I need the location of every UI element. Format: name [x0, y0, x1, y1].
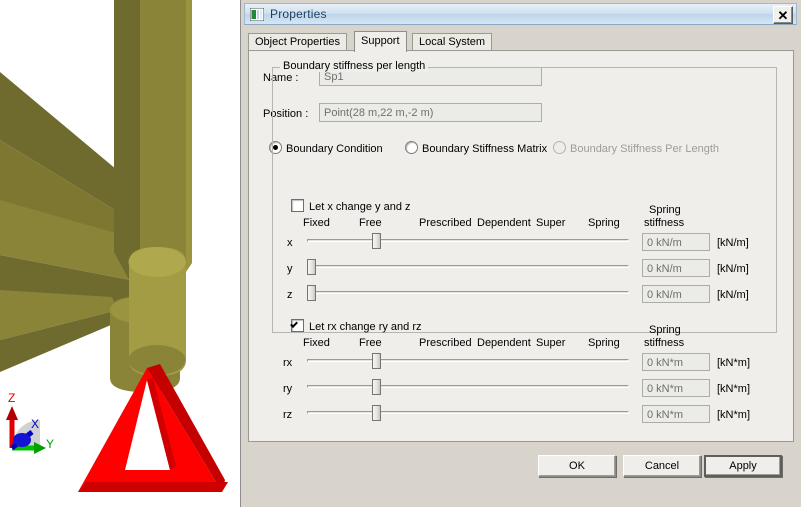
unit-label-y: [kN/m] — [717, 263, 749, 275]
slider-thumb-y[interactable] — [307, 259, 316, 275]
support-pyramid-base — [78, 482, 228, 492]
slider-x[interactable] — [307, 233, 629, 249]
cancel-button[interactable]: Cancel — [623, 455, 701, 477]
slider-thumb-z[interactable] — [307, 285, 316, 301]
slider-track-x — [307, 239, 629, 242]
tab-strip: Object Properties Support Local System — [248, 31, 794, 52]
spring-stiffness-input-y[interactable]: 0 kN/m — [642, 259, 710, 277]
axis-z-label: Z — [8, 391, 15, 405]
slider-track-rx — [307, 359, 629, 362]
spring-stiffness-header-line1-rotation: Spring — [649, 324, 681, 336]
axis-triad: Z Y X — [6, 391, 54, 454]
tab-object-properties[interactable]: Object Properties — [248, 33, 347, 51]
column-header-free-rotation: Free — [359, 337, 382, 349]
checkbox-label-let-rx-change-ry-and-rz: Let rx change ry and rz — [309, 321, 422, 333]
checkbox-label-let-x-change-y-and-z: Let x change y and z — [309, 201, 411, 213]
spring-stiffness-input-z[interactable]: 0 kN/m — [642, 285, 710, 303]
slider-thumb-rz[interactable] — [372, 405, 381, 421]
slider-track-y — [307, 265, 629, 268]
slider-y[interactable] — [307, 259, 629, 275]
spring-stiffness-header-line2-rotation: stiffness — [644, 337, 685, 349]
unit-label-rz: [kN*m] — [717, 409, 750, 421]
axis-x-label: X — [31, 417, 39, 431]
slider-rz[interactable] — [307, 405, 629, 421]
boundary-stiffness-groupbox-label: Boundary stiffness per length — [280, 60, 429, 72]
dialog-title: Properties — [270, 7, 327, 21]
column-header-super-translation: Super — [536, 217, 566, 229]
axis-x-arrow — [13, 433, 31, 447]
slider-z[interactable] — [307, 285, 629, 301]
slider-thumb-x[interactable] — [372, 233, 381, 249]
slider-axis-label-y: y — [287, 263, 293, 275]
column-header-dependent-rotation: Dependent — [477, 337, 531, 349]
checkbox-let-x-change-y-and-z[interactable]: Let x change y and z — [291, 199, 411, 213]
tab-support[interactable]: Support — [354, 31, 407, 52]
slider-axis-label-z: z — [287, 289, 293, 301]
column-header-spring-rotation: Spring — [588, 337, 620, 349]
unit-label-x: [kN/m] — [717, 237, 749, 249]
slider-track-z — [307, 291, 629, 294]
axis-y-label: Y — [46, 437, 54, 451]
column-header-super-rotation: Super — [536, 337, 566, 349]
column-header-fixed-rotation: Fixed — [303, 337, 330, 349]
spring-stiffness-header-line1-translation: Spring — [649, 204, 681, 216]
spring-stiffness-input-x[interactable]: 0 kN/m — [642, 233, 710, 251]
3d-model-viewport[interactable]: Z Y X — [0, 0, 240, 507]
slider-thumb-rx[interactable] — [372, 353, 381, 369]
tab-local-system[interactable]: Local System — [412, 33, 493, 51]
slider-axis-label-x: x — [287, 237, 293, 249]
model-canvas: Z Y X — [0, 0, 228, 492]
spring-stiffness-input-rz[interactable]: 0 kN*m — [642, 405, 710, 423]
slider-axis-label-rx: rx — [283, 357, 293, 369]
close-icon[interactable]: ✕ — [773, 6, 793, 24]
column-header-prescribed-translation: Prescribed — [419, 217, 472, 229]
column-header-dependent-translation: Dependent — [477, 217, 531, 229]
window-properties-icon — [250, 8, 264, 21]
slider-ry[interactable] — [307, 379, 629, 395]
checkbox-let-rx-change-ry-and-rz[interactable]: Let rx change ry and rz — [291, 319, 422, 333]
column-header-free-translation: Free — [359, 217, 382, 229]
column-header-fixed-translation: Fixed — [303, 217, 330, 229]
cylinder-joint-upper-top — [128, 247, 186, 277]
axis-z-arrow — [6, 406, 18, 420]
slider-rx[interactable] — [307, 353, 629, 369]
properties-dialog: Properties ✕ Object Properties Support L… — [240, 0, 801, 507]
spring-stiffness-header-line2-translation: stiffness — [644, 217, 685, 229]
unit-label-ry: [kN*m] — [717, 383, 750, 395]
checkbox-box-let-rx-change-ry-and-rz — [291, 319, 304, 332]
ok-button[interactable]: OK — [538, 455, 616, 477]
column-right-face — [186, 0, 192, 272]
slider-track-ry — [307, 385, 629, 388]
dialog-titlebar[interactable]: Properties ✕ — [244, 3, 797, 25]
unit-label-z: [kN/m] — [717, 289, 749, 301]
checkbox-box-let-x-change-y-and-z — [291, 199, 304, 212]
spring-stiffness-input-ry[interactable]: 0 kN*m — [642, 379, 710, 397]
column-header-prescribed-rotation: Prescribed — [419, 337, 472, 349]
slider-thumb-ry[interactable] — [372, 379, 381, 395]
unit-label-rx: [kN*m] — [717, 357, 750, 369]
column-header-spring-translation: Spring — [588, 217, 620, 229]
slider-axis-label-ry: ry — [283, 383, 293, 395]
apply-button[interactable]: Apply — [704, 455, 782, 477]
support-tab-panel: Name : Sp1 Position : Point(28 m,22 m,-2… — [248, 50, 794, 442]
slider-track-rz — [307, 411, 629, 414]
slider-axis-label-rz: rz — [283, 409, 293, 421]
spring-stiffness-input-rx[interactable]: 0 kN*m — [642, 353, 710, 371]
